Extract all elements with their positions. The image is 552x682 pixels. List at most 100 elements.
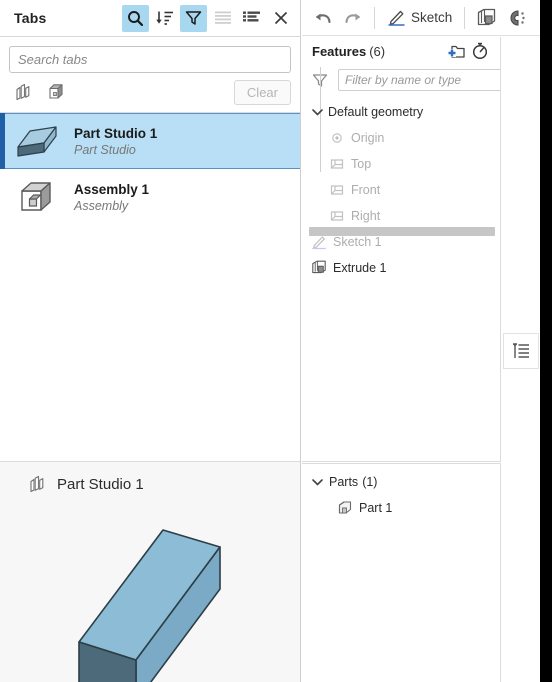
tab-item-type: Assembly xyxy=(74,198,129,213)
feature-label: Extrude 1 xyxy=(333,261,387,275)
origin-point-icon xyxy=(328,130,346,146)
rollback-timer-button[interactable] xyxy=(468,39,492,63)
parts-panel: Parts (1) Part 1 xyxy=(302,463,501,682)
tab-item-name: Assembly 1 xyxy=(74,181,150,197)
feature-label: Top xyxy=(351,157,372,171)
sketch-pencil-icon xyxy=(388,10,405,26)
right-panel: Sketch Features (6) Filter by name or ty… xyxy=(302,0,552,682)
plane-icon xyxy=(328,156,346,172)
list-view-icon-button[interactable] xyxy=(209,5,236,32)
tabs-panel-header: Tabs xyxy=(0,0,300,37)
feature-tree: Default geometry Origin Top Front Right … xyxy=(302,67,500,281)
feature-label: Right xyxy=(351,209,381,223)
undo-arrow-icon xyxy=(316,13,331,23)
tabs-list: Part Studio 1 Part Studio Assembly 1 Ass… xyxy=(0,112,300,461)
feature-label: Front xyxy=(351,183,381,197)
sketch-label: Sketch xyxy=(411,10,453,25)
filter-icon xyxy=(185,11,202,25)
document-toolbar: Sketch xyxy=(302,0,552,36)
extrude-button[interactable] xyxy=(471,3,501,33)
preview-model-box xyxy=(78,529,221,682)
box-thumbnail-icon xyxy=(17,126,57,157)
plane-icon xyxy=(328,182,346,198)
tabs-panel: Tabs Search tabs Clear Part Studio 1 Par… xyxy=(0,0,301,682)
revolve-button[interactable] xyxy=(501,3,531,33)
part-studio-icon xyxy=(30,475,44,493)
undo-button[interactable] xyxy=(308,3,338,33)
detail-view-icon xyxy=(243,11,260,22)
toolbar-divider-2 xyxy=(464,6,466,29)
chevron-down-icon[interactable] xyxy=(310,475,324,489)
part-solid-icon xyxy=(336,500,354,516)
extrude-icon xyxy=(310,260,328,276)
feature-row-right-plane[interactable]: Right xyxy=(302,203,500,229)
filter-part-studio-button[interactable] xyxy=(9,78,39,106)
feature-row-top-plane[interactable]: Top xyxy=(302,151,500,177)
tab-list-item-part-studio-1[interactable]: Part Studio 1 Part Studio xyxy=(0,113,300,169)
new-folder-button[interactable] xyxy=(444,39,468,63)
tab-preview-pane: Part Studio 1 xyxy=(0,461,300,682)
part-label: Part 1 xyxy=(359,501,393,515)
search-icon-button[interactable] xyxy=(122,4,149,32)
features-header: Features (6) xyxy=(302,37,500,65)
features-filter-row xyxy=(302,65,500,95)
sketch-button[interactable]: Sketch xyxy=(381,3,458,33)
clear-filters-button[interactable]: Clear xyxy=(233,79,291,105)
redo-arrow-icon xyxy=(345,13,360,23)
features-filter-input[interactable] xyxy=(338,69,500,91)
feature-row-origin[interactable]: Origin xyxy=(302,125,500,151)
feature-label: Default geometry xyxy=(328,105,424,119)
preview-3d-canvas[interactable] xyxy=(0,502,300,682)
feature-list-flyout-button[interactable] xyxy=(503,333,539,369)
parts-count: (1) xyxy=(362,475,378,489)
assembly-cube-icon xyxy=(49,84,63,99)
window-right-edge xyxy=(540,0,552,682)
tab-list-item-assembly-1[interactable]: Assembly 1 Assembly xyxy=(0,169,300,225)
features-count: (6) xyxy=(369,43,386,59)
feature-row-front-plane[interactable]: Front xyxy=(302,177,500,203)
tab-item-name: Part Studio 1 xyxy=(74,125,158,141)
search-input[interactable] xyxy=(9,46,291,73)
part-list-item-part-1[interactable]: Part 1 xyxy=(302,495,500,521)
list-view-icon xyxy=(214,11,231,24)
preview-title: Part Studio 1 xyxy=(57,475,144,493)
revolve-icon xyxy=(510,9,525,26)
part-studio-icon xyxy=(16,83,30,101)
close-icon xyxy=(274,11,287,25)
extrude-icon xyxy=(477,8,495,25)
plane-icon xyxy=(328,208,346,224)
assembly-cube-thumb xyxy=(12,175,62,219)
feature-row-extrude-1[interactable]: Extrude 1 xyxy=(302,255,500,281)
chevron-down-icon[interactable] xyxy=(310,105,324,119)
parts-header[interactable]: Parts (1) xyxy=(302,469,500,495)
features-panel: Features (6) Filter by name or type Defa… xyxy=(302,37,501,462)
assembly-thumbnail-icon xyxy=(21,182,51,211)
features-title: Features xyxy=(312,43,367,59)
filter-icon-button[interactable] xyxy=(180,4,207,32)
part-studio-box-thumb xyxy=(12,119,62,163)
redo-button[interactable] xyxy=(338,3,368,33)
parts-title: Parts xyxy=(329,475,359,489)
close-icon-button[interactable] xyxy=(267,5,294,32)
tab-item-text: Assembly 1 Assembly xyxy=(74,181,149,214)
feature-label: Origin xyxy=(351,131,385,145)
tabs-search-area xyxy=(0,37,300,73)
tab-item-text: Part Studio 1 Part Studio xyxy=(74,125,157,158)
features-horizontal-scrollbar[interactable] xyxy=(309,227,495,236)
feature-list-flyout-icon xyxy=(513,343,529,358)
sort-descending-icon xyxy=(155,11,173,25)
feature-label: Sketch 1 xyxy=(333,235,382,249)
tabs-filter-row: Clear xyxy=(0,73,300,111)
tabs-panel-title: Tabs xyxy=(14,10,47,26)
tab-item-type: Part Studio xyxy=(74,142,136,157)
detail-view-icon-button[interactable] xyxy=(238,5,265,32)
preview-header: Part Studio 1 xyxy=(0,462,300,494)
new-folder-plus-icon xyxy=(447,45,465,58)
feature-row-default-geometry[interactable]: Default geometry xyxy=(302,99,500,125)
onshape-document-window: Tabs Search tabs Clear Part Studio 1 Par… xyxy=(0,0,552,682)
sort-descending-icon-button[interactable] xyxy=(151,5,178,32)
search-icon xyxy=(128,10,144,26)
toolbar-divider xyxy=(374,6,375,29)
stopwatch-icon xyxy=(472,42,488,60)
filter-assembly-button[interactable] xyxy=(43,78,73,106)
